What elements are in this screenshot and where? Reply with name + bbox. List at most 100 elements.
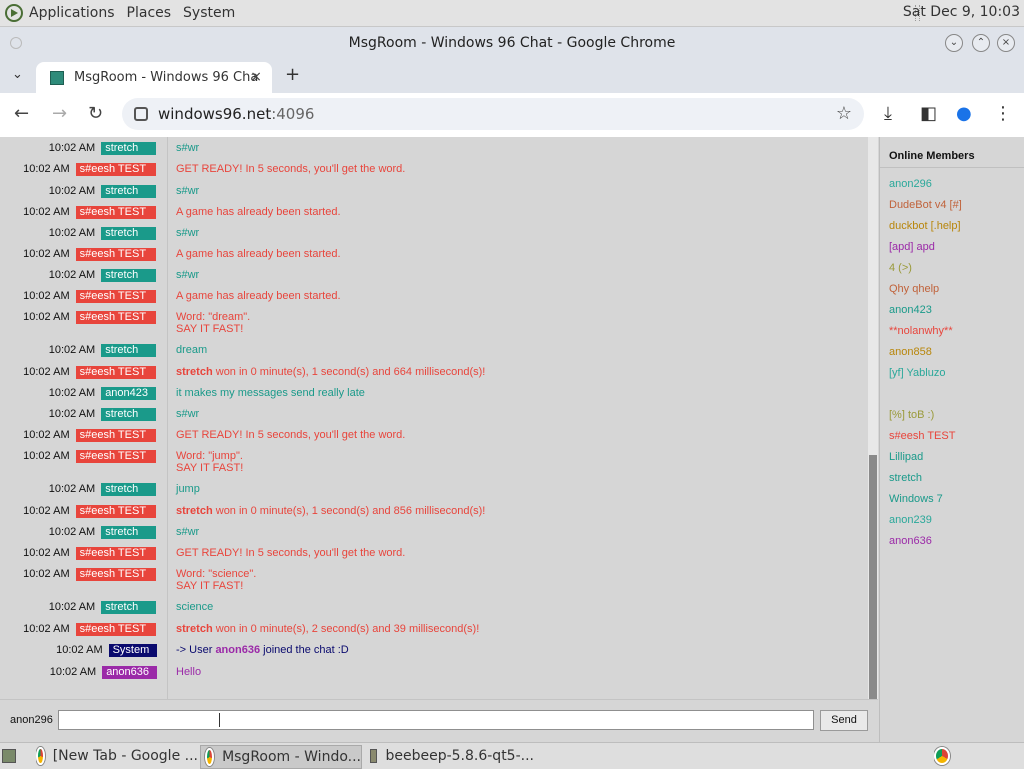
taskbar-item-beebeep[interactable]: beebeep-5.8.6-qt5-... xyxy=(370,745,534,767)
username-badge[interactable]: s#eesh TEST xyxy=(75,206,156,219)
username-badge[interactable]: s#eesh TEST xyxy=(75,366,156,379)
menu-system[interactable]: System xyxy=(183,5,235,21)
member-item[interactable]: anon239 xyxy=(889,514,932,526)
member-item[interactable]: **nolanwhy** xyxy=(889,325,953,337)
current-username[interactable]: anon296 xyxy=(10,714,53,726)
username-badge[interactable]: stretch xyxy=(101,142,156,155)
username-badge[interactable]: s#eesh TEST xyxy=(75,450,156,463)
username-badge[interactable]: stretch xyxy=(101,526,156,539)
username-badge[interactable]: s#eesh TEST xyxy=(75,568,156,581)
username-badge[interactable]: s#eesh TEST xyxy=(75,290,156,303)
member-item[interactable]: [yf] Yabluzo xyxy=(889,367,945,379)
username-badge[interactable]: s#eesh TEST xyxy=(75,248,156,261)
side-panel-icon[interactable]: ◧ xyxy=(920,103,937,124)
username-badge[interactable]: stretch xyxy=(101,601,156,614)
menu-places[interactable]: Places xyxy=(127,5,172,21)
username-badge[interactable]: stretch xyxy=(101,227,156,240)
online-members-panel: Online Members anon296 DudeBot v4 [#] duck… xyxy=(879,137,1024,742)
profile-icon[interactable]: ● xyxy=(956,103,972,124)
message-input[interactable] xyxy=(58,710,814,730)
member-item[interactable]: [%] toB :) xyxy=(889,409,934,421)
username-badge[interactable]: stretch xyxy=(101,269,156,282)
username-badge[interactable]: s#eesh TEST xyxy=(75,429,156,442)
window-titlebar[interactable]: MsgRoom - Windows 96 Chat - Google Chrom… xyxy=(0,27,1024,59)
message-text: s#wr xyxy=(176,269,200,281)
message-time: 10:02 AM xyxy=(56,644,103,656)
tab-msgroom[interactable]: MsgRoom - Windows 96 Cha × xyxy=(36,62,272,93)
message-text: stretch won in 0 minute(s), 1 second(s) … xyxy=(176,505,486,517)
username-badge[interactable]: stretch xyxy=(101,185,156,198)
kebab-menu-icon[interactable]: ⋮ xyxy=(994,103,1012,124)
window-menu-icon[interactable] xyxy=(10,37,22,49)
menu-applications[interactable]: Applications xyxy=(29,5,115,21)
member-item[interactable]: Windows 7 xyxy=(889,493,943,505)
tab-close-icon[interactable]: × xyxy=(250,69,262,85)
chat-message: 10:02 AM stretch s#wr xyxy=(0,407,868,423)
member-item[interactable]: anon423 xyxy=(889,304,932,316)
member-item[interactable]: anon636 xyxy=(889,535,932,547)
distro-logo-icon[interactable] xyxy=(5,4,23,22)
scrollbar-thumb[interactable] xyxy=(869,455,877,699)
site-info-icon[interactable] xyxy=(134,107,148,121)
reload-icon[interactable]: ↻ xyxy=(88,103,103,124)
message-time: 10:02 AM xyxy=(23,547,70,559)
taskbar-item-new-tab[interactable]: [New Tab - Google ... xyxy=(36,745,198,767)
message-time: 10:02 AM xyxy=(48,601,96,613)
member-item[interactable]: stretch xyxy=(889,472,922,484)
message-time: 10:02 AM xyxy=(23,366,70,378)
clock[interactable]: Sat Dec 9, 10:03 xyxy=(903,4,1020,20)
username-badge[interactable]: stretch xyxy=(101,483,156,496)
chat-message: 10:02 AM stretch s#wr xyxy=(0,268,868,284)
username-badge[interactable]: s#eesh TEST xyxy=(75,163,156,176)
member-item[interactable]: anon858 xyxy=(889,346,932,358)
member-item[interactable]: DudeBot v4 [#] xyxy=(889,199,962,211)
username-badge[interactable]: anon423 xyxy=(101,387,156,400)
send-button[interactable]: Send xyxy=(820,710,868,731)
username-badge[interactable]: s#eesh TEST xyxy=(75,505,156,518)
address-bar[interactable]: windows96.net :4096 ☆ xyxy=(122,98,864,130)
username-badge[interactable]: stretch xyxy=(101,408,156,421)
member-item[interactable]: Qhy qhelp xyxy=(889,283,939,295)
tab-strip: ⌄ MsgRoom - Windows 96 Cha × + xyxy=(0,59,1024,93)
message-time: 10:02 AM xyxy=(23,505,70,517)
message-time: 10:02 AM xyxy=(23,623,70,635)
message-text: s#wr xyxy=(176,142,200,154)
message-text: s#wr xyxy=(176,526,200,538)
forward-arrow-icon[interactable]: → xyxy=(52,103,67,124)
member-item[interactable]: [apd] apd xyxy=(889,241,935,253)
message-time: 10:02 AM xyxy=(23,450,70,462)
back-arrow-icon[interactable]: ← xyxy=(14,103,29,124)
new-tab-plus-icon[interactable]: + xyxy=(285,64,300,85)
username-badge[interactable]: s#eesh TEST xyxy=(75,623,156,636)
username-badge[interactable]: System xyxy=(108,644,157,657)
member-item[interactable]: duckbot [.help] xyxy=(889,220,961,232)
chat-message: 10:02 AM s#eesh TEST Word: "dream". SAY IT … xyxy=(0,310,868,340)
bookmark-star-icon[interactable]: ☆ xyxy=(836,103,852,124)
close-window-icon[interactable]: × xyxy=(997,34,1015,52)
message-time: 10:02 AM xyxy=(23,568,70,580)
page-content: 10:02 AM stretch s#wr 10:02 AM s#eesh TEST GE… xyxy=(0,137,1024,743)
download-icon[interactable]: ⤓ xyxy=(884,103,892,124)
username-badge[interactable]: s#eesh TEST xyxy=(75,547,156,560)
member-item[interactable]: Lillipad xyxy=(889,451,923,463)
taskbar: [New Tab - Google ... MsgRoom - Windo...… xyxy=(0,742,1024,769)
minimize-icon[interactable]: ⌄ xyxy=(945,34,963,52)
maximize-icon[interactable]: ⌃ xyxy=(972,34,990,52)
taskbar-item-msgroom[interactable]: MsgRoom - Windo... xyxy=(200,745,362,769)
username-badge[interactable]: anon636 xyxy=(102,666,157,679)
member-item[interactable]: anon296 xyxy=(889,178,932,190)
username-badge[interactable]: stretch xyxy=(101,344,156,357)
message-text: science xyxy=(176,601,214,613)
chat-message: 10:02 AM s#eesh TEST GET READY! In 5 secon… xyxy=(0,162,868,178)
show-desktop-icon[interactable] xyxy=(2,745,24,767)
tray-chrome-icon[interactable] xyxy=(934,745,958,767)
member-item[interactable]: s#eesh TEST xyxy=(889,430,955,442)
chat-log[interactable]: 10:02 AM stretch s#wr 10:02 AM s#eesh TEST GE… xyxy=(0,137,868,699)
chat-scrollbar[interactable] xyxy=(868,137,878,699)
message-text: Word: "jump". SAY IT FAST! xyxy=(176,450,244,474)
message-time: 10:02 AM xyxy=(48,408,96,420)
username-badge[interactable]: s#eesh TEST xyxy=(75,311,156,324)
member-item[interactable]: 4 (>) xyxy=(889,262,912,274)
message-time: 10:02 AM xyxy=(48,227,96,239)
tab-search-chevron-icon[interactable]: ⌄ xyxy=(12,67,23,82)
